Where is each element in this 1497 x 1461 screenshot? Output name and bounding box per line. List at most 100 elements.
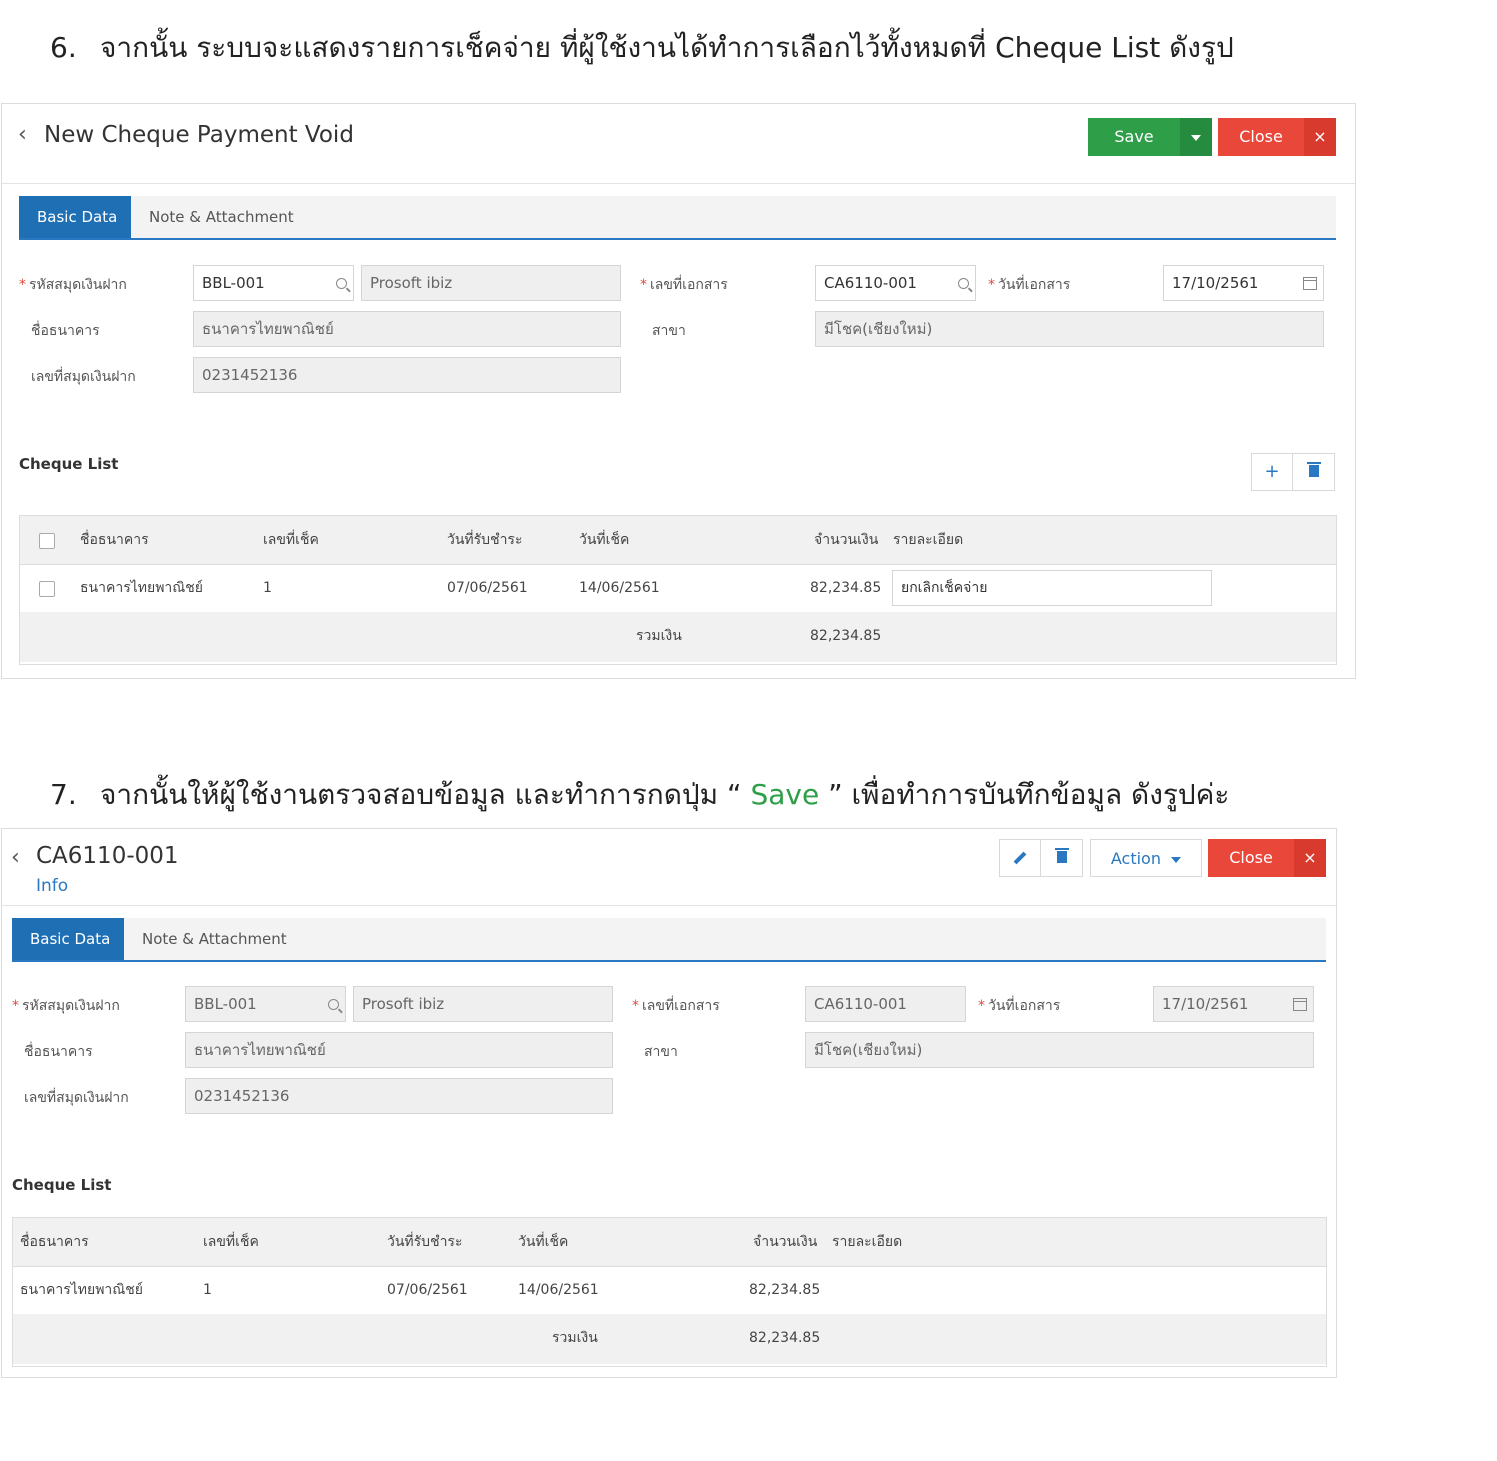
search-icon[interactable] [336, 266, 347, 300]
table-total-row: รวมเงิน 82,234.85 [13, 1314, 1326, 1364]
bank-name-label: ชื่อธนาคาร [31, 323, 100, 339]
page-subtitle: Info [36, 876, 69, 896]
delete-button[interactable] [1041, 839, 1083, 877]
trash-icon [1306, 462, 1321, 477]
step-6-number: 6. [50, 31, 77, 64]
col-bank: ชื่อธนาคาร [20, 1234, 89, 1250]
back-chevron-icon[interactable]: ‹ [18, 122, 27, 147]
doc-date-label: * วันที่เอกสาร [988, 277, 1071, 293]
doc-no-label: * เลขที่เอกสาร [640, 277, 728, 293]
step-7-text-after: ” เพื่อทำการบันทึกข้อมูล ดังรูปค่ะ [819, 778, 1230, 811]
row-cheque-date: 14/06/2561 [518, 1282, 599, 1298]
total-label: รวมเงิน [636, 628, 682, 644]
col-cheque-date: วันที่เช็ค [579, 532, 630, 548]
row-amount: 82,234.85 [810, 580, 882, 596]
tab-bar: Basic Data Note & Attachment [12, 918, 1326, 962]
tab-note-attachment[interactable]: Note & Attachment [124, 918, 305, 960]
search-icon[interactable] [958, 266, 969, 300]
close-button[interactable]: Close [1208, 839, 1294, 877]
step-7-number: 7. [50, 778, 77, 811]
col-amount: จำนวนเงิน [753, 1234, 818, 1250]
close-icon[interactable]: × [1304, 118, 1336, 156]
account-no-label: เลขที่สมุดเงินฝาก [31, 369, 136, 385]
save-button[interactable]: Save [1088, 118, 1180, 156]
col-detail: รายละเอียด [893, 532, 964, 548]
col-cheque-no: เลขที่เช็ค [203, 1234, 259, 1250]
passbook-code-input[interactable]: BBL-001 [193, 265, 354, 301]
add-row-button[interactable]: + [1251, 453, 1293, 491]
row-receive-date: 07/06/2561 [387, 1282, 468, 1298]
close-button[interactable]: Close [1218, 118, 1304, 156]
cheque-list-table: ชื่อธนาคาร เลขที่เช็ค วันที่รับชำระ วันท… [12, 1217, 1327, 1367]
edit-button[interactable] [999, 839, 1041, 877]
cheque-list-title: Cheque List [12, 1176, 112, 1194]
cheque-void-info-screen: ‹ CA6110-001 Info Action Close × Basic D… [1, 828, 1337, 1378]
table-row: ธนาคารไทยพาณิชย์ 1 07/06/2561 14/06/2561… [13, 1266, 1326, 1315]
col-receive-date: วันที่รับชำระ [447, 532, 523, 548]
close-icon[interactable]: × [1294, 839, 1326, 877]
total-label: รวมเงิน [552, 1330, 598, 1346]
row-cheque-no: 1 [263, 580, 272, 596]
search-icon [328, 987, 339, 1021]
passbook-name-field: Prosoft ibiz [361, 265, 621, 301]
row-cheque-date: 14/06/2561 [579, 580, 660, 596]
row-detail-input[interactable]: ยกเลิกเช็คจ่าย [892, 570, 1212, 606]
new-cheque-payment-void-screen: ‹ New Cheque Payment Void Save Close × B… [1, 103, 1356, 679]
back-chevron-icon[interactable]: ‹ [11, 845, 20, 870]
tab-basic-data[interactable]: Basic Data [19, 196, 131, 238]
table-header-row: ชื่อธนาคาร เลขที่เช็ค วันที่รับชำระ วันท… [20, 516, 1336, 565]
calendar-icon [1293, 987, 1307, 1021]
page-title: New Cheque Payment Void [44, 122, 354, 148]
screen-header: ‹ New Cheque Payment Void Save Close × [2, 104, 1355, 184]
step-6-heading: 6. จากนั้น ระบบจะแสดงรายการเช็คจ่าย ที่ผู… [50, 26, 1234, 70]
col-receive-date: วันที่รับชำระ [387, 1234, 463, 1250]
trash-icon [1054, 848, 1069, 863]
doc-no-input[interactable]: CA6110-001 [815, 265, 976, 301]
doc-date-field: 17/10/2561 [1153, 986, 1314, 1022]
doc-no-label: * เลขที่เอกสาร [632, 998, 720, 1014]
tab-note-attachment[interactable]: Note & Attachment [131, 196, 312, 238]
save-dropdown-button[interactable] [1180, 118, 1212, 156]
doc-date-input[interactable]: 17/10/2561 [1163, 265, 1324, 301]
chevron-down-icon [1171, 856, 1182, 863]
page-title: CA6110-001 [36, 843, 179, 869]
passbook-code-label: * รหัสสมุดเงินฝาก [19, 277, 127, 293]
required-asterisk: * [19, 277, 26, 293]
table-row: ธนาคารไทยพาณิชย์ 1 07/06/2561 14/06/2561… [20, 564, 1336, 613]
calendar-icon[interactable] [1303, 266, 1317, 300]
passbook-code-label: * รหัสสมุดเงินฝาก [12, 998, 120, 1014]
plus-icon: + [1264, 461, 1280, 482]
cheque-list-table: ชื่อธนาคาร เลขที่เช็ค วันที่รับชำระ วันท… [19, 515, 1337, 665]
select-all-checkbox[interactable] [39, 533, 55, 549]
col-amount: จำนวนเงิน [814, 532, 879, 548]
tab-bar: Basic Data Note & Attachment [19, 196, 1336, 240]
bank-name-field: ธนาคารไทยพาณิชย์ [185, 1032, 613, 1068]
cheque-list-title: Cheque List [19, 455, 119, 473]
branch-label: สาขา [652, 323, 686, 339]
doc-no-field: CA6110-001 [805, 986, 966, 1022]
row-bank: ธนาคารไทยพาณิชย์ [20, 1282, 143, 1298]
account-no-label: เลขที่สมุดเงินฝาก [24, 1090, 129, 1106]
table-header-row: ชื่อธนาคาร เลขที่เช็ค วันที่รับชำระ วันท… [13, 1218, 1326, 1267]
bank-name-label: ชื่อธนาคาร [24, 1044, 93, 1060]
step-6-text: จากนั้น ระบบจะแสดงรายการเช็คจ่าย ที่ผู้ใ… [100, 31, 1234, 64]
passbook-code-field: BBL-001 [185, 986, 346, 1022]
tab-basic-data[interactable]: Basic Data [12, 918, 124, 960]
branch-field: มีโชค(เชียงใหม่) [815, 311, 1324, 347]
delete-row-button[interactable] [1293, 453, 1335, 491]
row-checkbox[interactable] [39, 581, 55, 597]
bank-name-field: ธนาคารไทยพาณิชย์ [193, 311, 621, 347]
step-7-save-word: Save [750, 778, 820, 811]
row-amount: 82,234.85 [749, 1282, 821, 1298]
account-no-field: 0231452136 [185, 1078, 613, 1114]
col-cheque-date: วันที่เช็ค [518, 1234, 569, 1250]
action-dropdown-button[interactable]: Action [1090, 839, 1202, 877]
doc-date-label: * วันที่เอกสาร [978, 998, 1061, 1014]
col-bank: ชื่อธนาคาร [80, 532, 149, 548]
row-bank: ธนาคารไทยพาณิชย์ [80, 580, 203, 596]
col-cheque-no: เลขที่เช็ค [263, 532, 319, 548]
passbook-name-field: Prosoft ibiz [353, 986, 613, 1022]
account-no-field: 0231452136 [193, 357, 621, 393]
row-cheque-no: 1 [203, 1282, 212, 1298]
pencil-icon [1013, 851, 1027, 865]
